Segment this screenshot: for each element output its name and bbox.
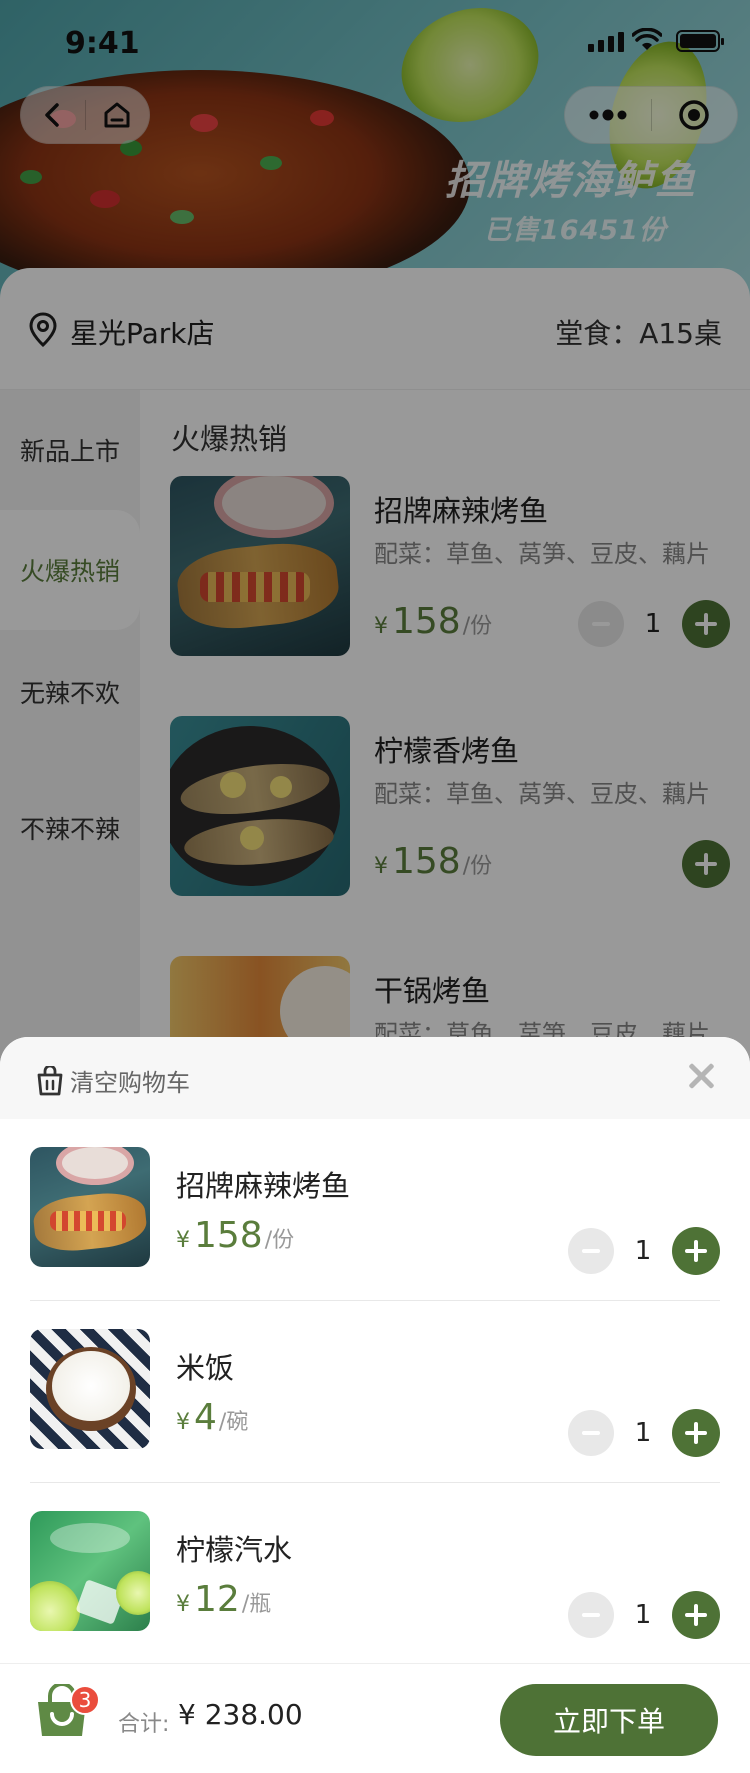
checkout-bar: 3 合计: ¥ 238.00 立即下单 [0,1663,750,1773]
cart-item-image [30,1147,150,1267]
cart-item-price: ¥4/碗 [176,1397,248,1438]
close-icon[interactable] [686,1061,716,1091]
cart-item-image [30,1329,150,1449]
place-order-button[interactable]: 立即下单 [500,1684,718,1756]
minus-icon [582,1249,600,1253]
quantity-stepper: 1 [568,1409,720,1457]
total-amount: ¥ 238.00 [178,1698,303,1731]
cart-item-name: 米饭 [176,1351,235,1385]
cart-item-price: ¥158/份 [176,1215,294,1256]
clear-cart-label: 清空购物车 [70,1069,190,1097]
cart-count-badge: 3 [70,1685,100,1715]
cart-item: 招牌麻辣烤鱼 ¥158/份 1 [30,1119,720,1301]
cart-item-name: 柠檬汽水 [176,1533,293,1567]
cart-item: 柠檬汽水 ¥12/瓶 1 [30,1483,720,1665]
decrease-button[interactable] [568,1410,614,1456]
quantity-value: 1 [634,1600,652,1630]
minus-icon [582,1431,600,1435]
cart-item: 米饭 ¥4/碗 1 [30,1301,720,1483]
minus-icon [582,1613,600,1617]
decrease-button[interactable] [568,1592,614,1638]
currency: ¥ [176,1228,190,1253]
increase-button[interactable] [672,1409,720,1457]
currency: ¥ [176,1592,190,1617]
quantity-value: 1 [634,1236,652,1266]
cart-item-image [30,1511,150,1631]
price-value: 4 [194,1397,217,1438]
decrease-button[interactable] [568,1228,614,1274]
cart-header: 清空购物车 [0,1037,750,1119]
trash-icon [37,1065,63,1095]
clear-cart-button[interactable]: 清空购物车 [36,1063,190,1098]
quantity-stepper: 1 [568,1227,720,1275]
cart-item-name: 招牌麻辣烤鱼 [176,1169,351,1203]
price-unit: /碗 [218,1410,249,1435]
price-value: 12 [194,1579,240,1620]
currency: ¥ [176,1410,190,1435]
total-label: 合计: [118,1712,170,1737]
increase-button[interactable] [672,1227,720,1275]
price-unit: /份 [264,1228,295,1253]
quantity-value: 1 [634,1418,652,1448]
quantity-stepper: 1 [568,1591,720,1639]
price-value: 158 [194,1215,263,1256]
price-unit: /瓶 [241,1592,272,1617]
cart-item-price: ¥12/瓶 [176,1579,271,1620]
increase-button[interactable] [672,1591,720,1639]
